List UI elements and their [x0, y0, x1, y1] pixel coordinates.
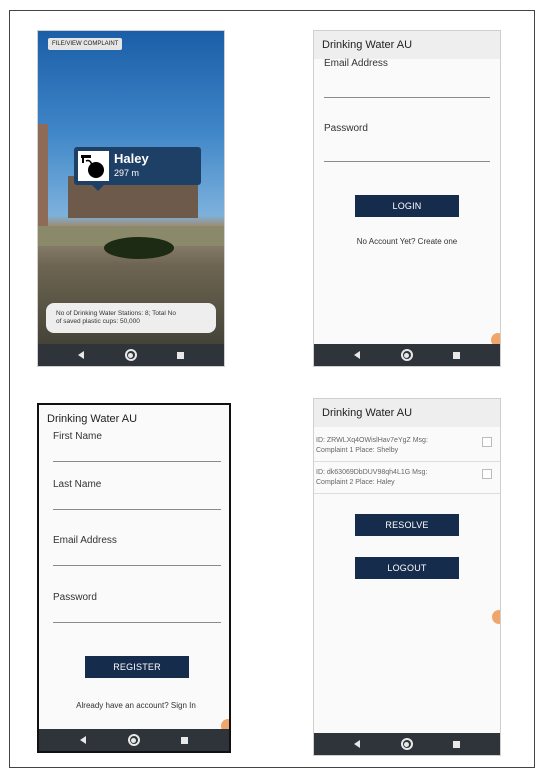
navigation-bar — [38, 344, 224, 366]
first-name-label: First Name — [53, 431, 102, 442]
register-button[interactable]: REGISTER — [85, 656, 189, 678]
password-label: Password — [53, 592, 97, 603]
location-marker[interactable]: Haley 297 m — [74, 147, 201, 191]
back-icon[interactable] — [354, 740, 361, 748]
back-icon[interactable] — [354, 351, 361, 359]
checkbox-icon[interactable] — [482, 469, 492, 479]
complaint-place-line: Complaint 1 Place: Shelby — [316, 447, 399, 454]
phone-ar-view: FILE/VIEW COMPLAINT Haley 297 m No of Dr… — [37, 30, 225, 367]
password-label: Password — [324, 123, 368, 134]
app-title: Drinking Water AU — [314, 399, 500, 427]
login-button[interactable]: LOGIN — [355, 195, 459, 217]
email-field[interactable] — [324, 97, 490, 98]
back-icon[interactable] — [80, 736, 87, 744]
password-field[interactable] — [53, 622, 221, 623]
last-name-field[interactable] — [53, 509, 221, 510]
recent-apps-icon[interactable] — [180, 736, 188, 744]
email-label: Email Address — [53, 535, 117, 546]
create-account-link[interactable]: No Account Yet? Create one — [314, 237, 500, 246]
sign-in-link[interactable]: Already have an account? Sign In — [39, 701, 229, 710]
home-icon[interactable] — [400, 738, 413, 750]
info-stations: No of Drinking Water Stations: 8; Total … — [56, 310, 176, 317]
email-label: Email Address — [324, 58, 388, 69]
complaint-list-item[interactable]: ID: ZRWLXq4OWislHav7eYgZ Msg: Complaint … — [314, 433, 500, 462]
navigation-bar — [39, 729, 229, 751]
marker-distance: 297 m — [114, 168, 140, 178]
file-view-complaint-button[interactable]: FILE/VIEW COMPLAINT — [48, 38, 123, 50]
building-left — [38, 124, 48, 234]
info-panel: No of Drinking Water Stations: 8; Total … — [46, 303, 216, 333]
recent-apps-icon[interactable] — [176, 351, 184, 359]
first-name-field[interactable] — [53, 461, 221, 462]
home-icon[interactable] — [400, 349, 413, 361]
water-fountain-icon — [78, 151, 109, 181]
info-cups: of saved plastic cups: 50,000 — [56, 318, 140, 325]
email-field[interactable] — [53, 565, 221, 566]
back-icon[interactable] — [78, 351, 85, 359]
recent-apps-icon[interactable] — [452, 351, 460, 359]
complaint-id-line: ID: dk63069DbDUV98qh4L1G Msg: — [316, 469, 428, 476]
fab-button[interactable] — [492, 610, 500, 624]
password-field[interactable] — [324, 161, 490, 162]
logout-button[interactable]: LOGOUT — [355, 557, 459, 579]
home-icon[interactable] — [127, 734, 140, 746]
home-icon[interactable] — [124, 349, 137, 361]
complaint-list-item[interactable]: ID: dk63069DbDUV98qh4L1G Msg: Complaint … — [314, 465, 500, 494]
marker-pointer — [92, 185, 104, 191]
navigation-bar — [314, 344, 500, 366]
complaint-id-line: ID: ZRWLXq4OWislHav7eYgZ Msg: — [316, 437, 428, 444]
phone-login: Drinking Water AU Email Address Password… — [313, 30, 501, 367]
complaint-place-line: Complaint 2 Place: Haley — [316, 479, 395, 486]
phone-register: Drinking Water AU First Name Last Name E… — [37, 403, 231, 753]
marker-name: Haley — [114, 151, 149, 166]
app-title: Drinking Water AU — [314, 31, 500, 59]
checkbox-icon[interactable] — [482, 437, 492, 447]
resolve-button[interactable]: RESOLVE — [355, 514, 459, 536]
last-name-label: Last Name — [53, 479, 102, 490]
complaint-text: ID: dk63069DbDUV98qh4L1G Msg: Complaint … — [316, 468, 427, 488]
hedge — [104, 237, 174, 259]
navigation-bar — [314, 733, 500, 755]
app-title: Drinking Water AU — [39, 405, 229, 433]
phone-complaints: Drinking Water AU ID: ZRWLXq4OWislHav7eY… — [313, 398, 501, 756]
complaint-text: ID: ZRWLXq4OWislHav7eYgZ Msg: Complaint … — [316, 436, 428, 456]
recent-apps-icon[interactable] — [452, 740, 460, 748]
